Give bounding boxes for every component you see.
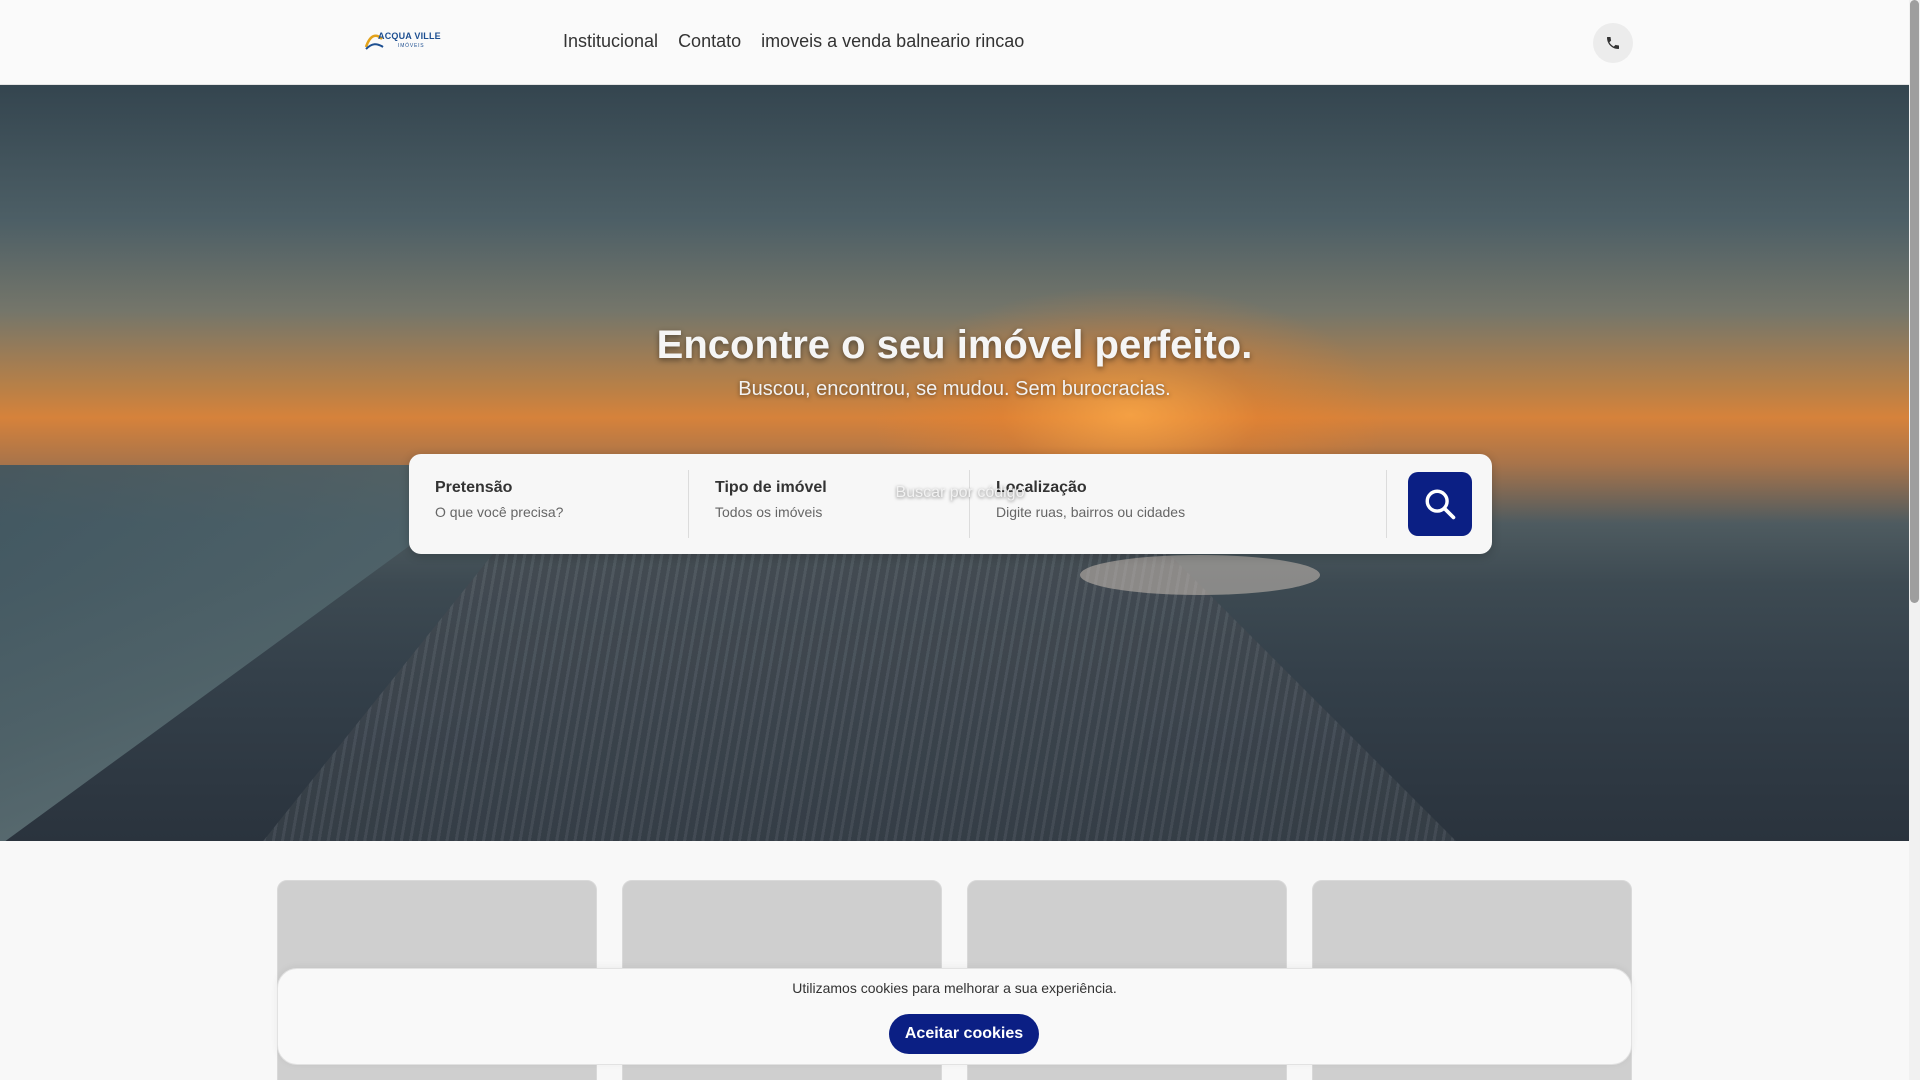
search-bar: Pretensão O que você precisa? Tipo de im… — [409, 454, 1492, 554]
cookie-banner: Utilizamos cookies para melhorar a sua e… — [277, 968, 1632, 1065]
search-field-value: Digite ruas, bairros ou cidades — [996, 504, 1186, 520]
logo-text: ACQUA VILLE — [378, 31, 441, 41]
nav-contato[interactable]: Contato — [678, 31, 741, 52]
hero-lagoon — [1080, 555, 1320, 595]
site-logo[interactable]: ACQUA VILLE IMÓVEIS — [364, 27, 441, 57]
site-header: ACQUA VILLE IMÓVEIS Institucional Contat… — [0, 0, 1909, 85]
search-field-value: O que você precisa? — [435, 504, 564, 520]
accept-cookies-button[interactable]: Aceitar cookies — [889, 1014, 1039, 1054]
cookie-message: Utilizamos cookies para melhorar a sua e… — [792, 980, 1117, 996]
search-button[interactable] — [1408, 472, 1472, 536]
search-field-pretensao[interactable]: Pretensão O que você precisa? — [409, 470, 689, 538]
logo-subtext: IMÓVEIS — [398, 43, 425, 49]
search-by-code-link[interactable]: Buscar por código — [0, 484, 1920, 502]
main-nav: Institucional Contato imoveis a venda ba… — [563, 31, 1024, 52]
scrollbar-thumb[interactable] — [1910, 0, 1919, 603]
hero-section: Encontre o seu imóvel perfeito. Buscou, … — [0, 85, 1909, 841]
search-field-localizacao[interactable]: Localização Digite ruas, bairros ou cida… — [970, 470, 1387, 538]
phone-button[interactable] — [1593, 23, 1633, 63]
search-field-value: Todos os imóveis — [715, 504, 823, 520]
nav-imoveis-venda[interactable]: imoveis a venda balneario rincao — [761, 31, 1024, 52]
phone-icon — [1607, 37, 1619, 49]
hero-title: Encontre o seu imóvel perfeito. — [656, 323, 1253, 367]
hero-subtitle: Buscou, encontrou, se mudou. Sem burocra… — [738, 378, 1171, 400]
nav-institucional[interactable]: Institucional — [563, 31, 658, 52]
search-field-tipo-imovel[interactable]: Tipo de imóvel Todos os imóveis — [689, 470, 970, 538]
